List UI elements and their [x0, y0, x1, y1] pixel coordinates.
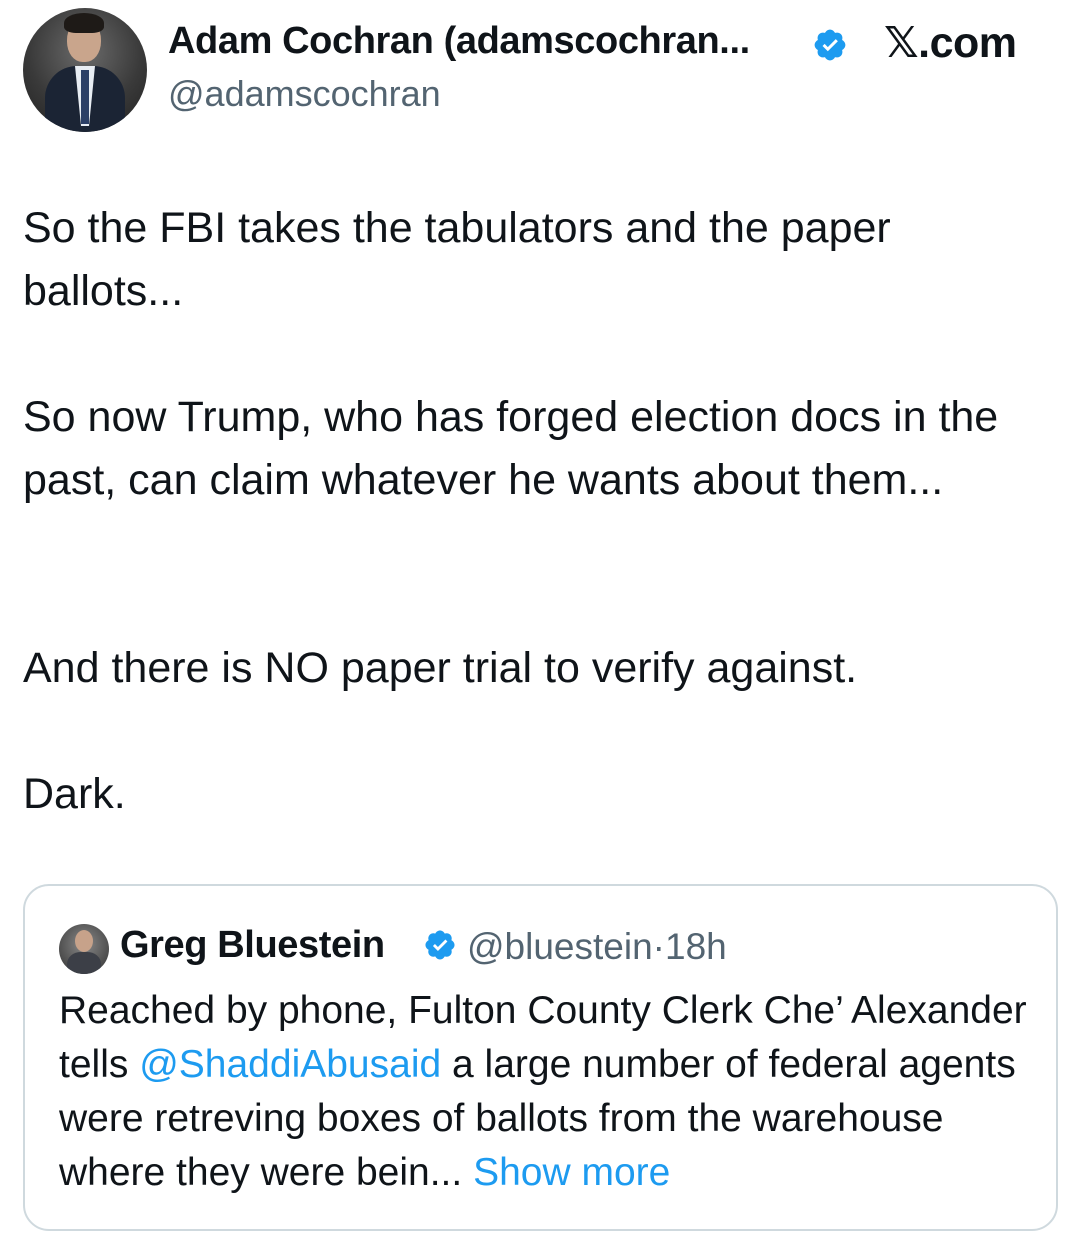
tweet-card: Adam Cochran (adamscochran... 𝕏.com @ada… — [0, 0, 1080, 1260]
quoted-author-avatar[interactable] — [59, 924, 109, 974]
verified-badge-icon — [814, 29, 846, 61]
tweet-paragraph-2: So now Trump, who has forged election do… — [23, 393, 999, 504]
author-handle[interactable]: @adamscochran — [168, 73, 441, 115]
show-more-link[interactable]: Show more — [473, 1151, 670, 1194]
tweet-paragraph-3: And there is NO paper trial to verify ag… — [23, 644, 858, 692]
quoted-tweet-card[interactable]: Greg Bluestein @bluestein·18h Reached by… — [23, 884, 1058, 1231]
mention-link[interactable]: @ShaddiAbusaid — [139, 1043, 441, 1086]
quoted-tweet-text: Reached by phone, Fulton County Clerk Ch… — [59, 984, 1039, 1200]
quoted-author-handle[interactable]: @bluestein — [467, 926, 653, 967]
quoted-verified-badge-icon — [425, 930, 455, 960]
author-display-name[interactable]: Adam Cochran (adamscochran... — [168, 20, 750, 63]
author-avatar[interactable] — [23, 8, 147, 132]
quoted-time-ago[interactable]: 18h — [665, 926, 727, 967]
tweet-paragraph-4: Dark. — [23, 770, 126, 818]
quoted-author-meta: @bluestein·18h — [467, 926, 727, 968]
meta-separator: · — [652, 926, 665, 967]
quoted-author-display-name[interactable]: Greg Bluestein — [120, 924, 385, 967]
tweet-paragraph-1: So the FBI takes the tabulators and the … — [23, 204, 891, 315]
x-com-logo: 𝕏.com — [884, 19, 1017, 67]
